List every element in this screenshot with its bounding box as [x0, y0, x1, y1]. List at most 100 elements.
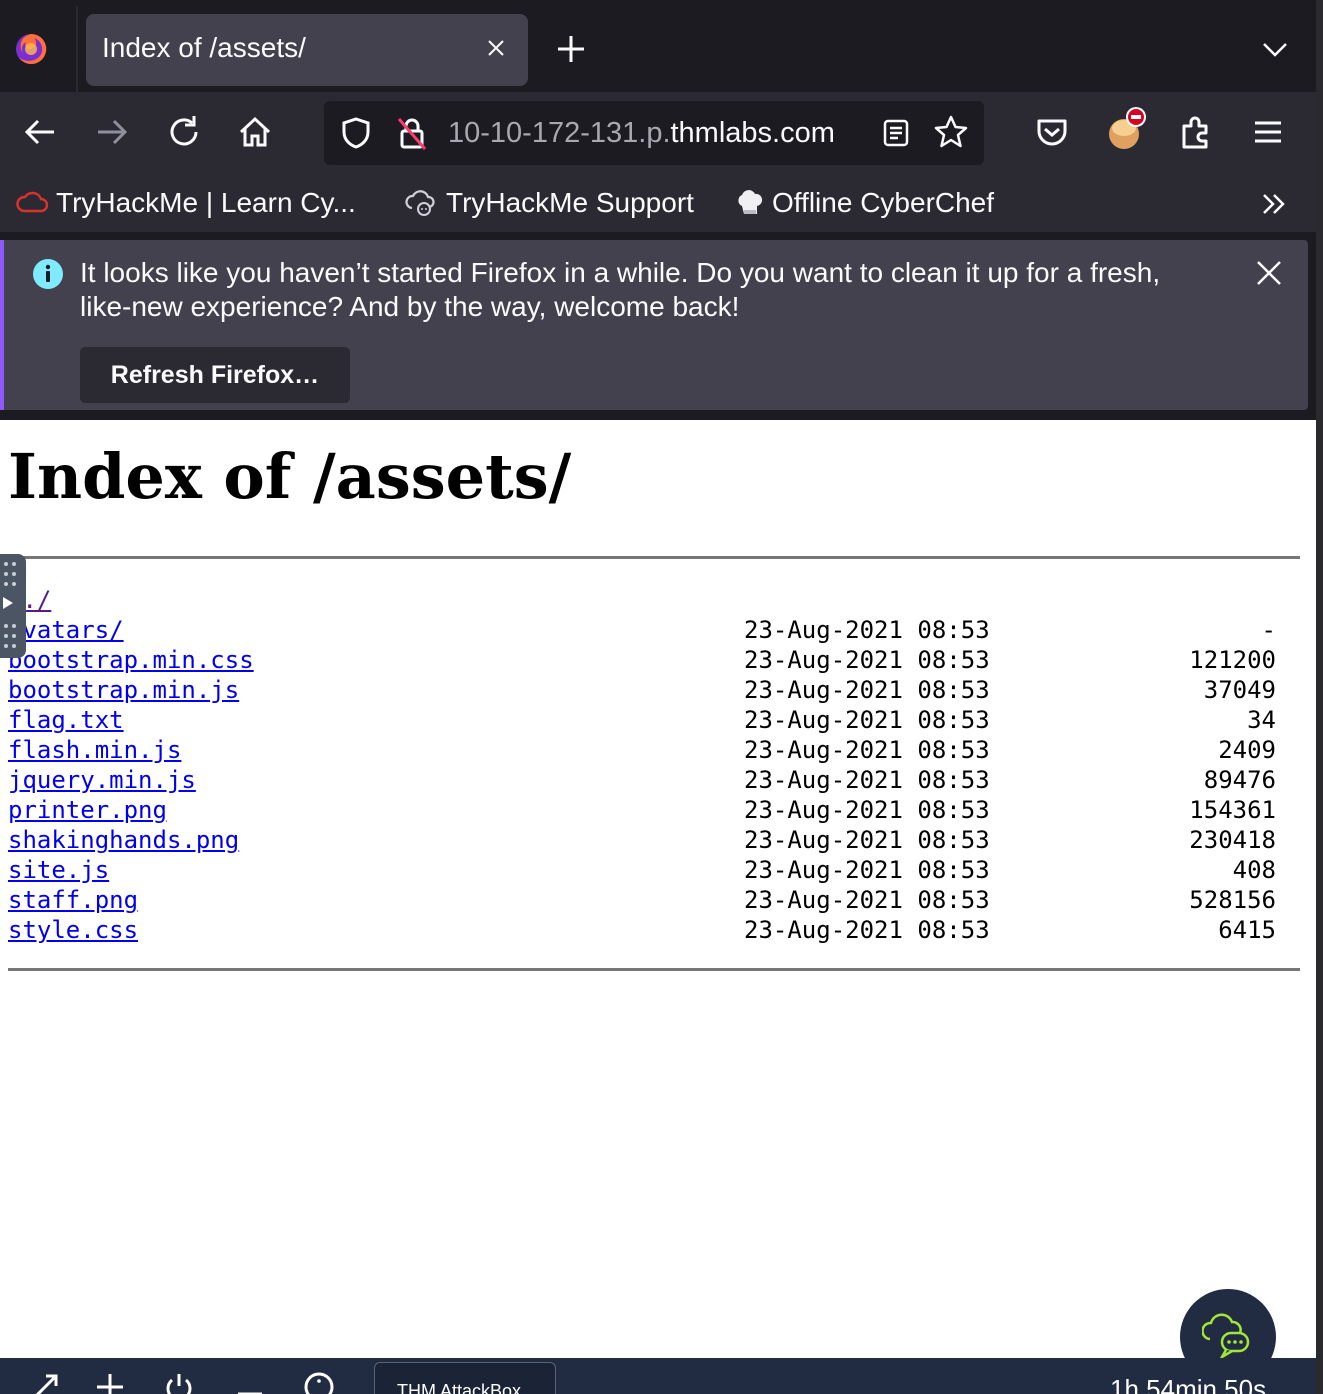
file-link[interactable]: bootstrap.min.css [8, 646, 254, 674]
bookmark-star-icon[interactable] [932, 113, 970, 151]
chevrons-right-icon[interactable] [1258, 188, 1290, 220]
file-date: 23-Aug-2021 08:53 [744, 886, 990, 914]
list-item: shakinghands.png 23-Aug-2021 08:53 23041… [8, 826, 1298, 856]
url-bar[interactable]: 10-10-172-131.p.thmlabs.com [324, 101, 984, 165]
file-date: 23-Aug-2021 08:53 [744, 766, 990, 794]
chevron-down-icon[interactable] [1260, 34, 1290, 64]
file-date: 23-Aug-2021 08:53 [744, 706, 990, 734]
file-date: 23-Aug-2021 08:53 [744, 916, 990, 944]
reader-view-icon[interactable] [880, 117, 912, 149]
file-size: 528156 [1189, 886, 1276, 914]
file-date: 23-Aug-2021 08:53 [744, 736, 990, 764]
file-size: 37049 [1203, 676, 1276, 704]
page-content: Index of /assets/ ../ avatars/ 23-Aug-20… [0, 420, 1316, 1358]
navigation-toolbar: 10-10-172-131.p.thmlabs.com [0, 92, 1316, 174]
list-item: flag.txt 23-Aug-2021 08:53 34 [8, 706, 1298, 736]
chef-hat-icon [738, 190, 763, 214]
insecure-lock-icon[interactable] [394, 115, 430, 151]
notification-bar: It looks like you haven’t started Firefo… [0, 240, 1308, 410]
power-icon[interactable] [164, 1372, 194, 1394]
file-link[interactable]: style.css [8, 916, 138, 944]
file-size: 230418 [1189, 826, 1276, 854]
bookmark-offline-cyberchef[interactable]: Offline CyberChef [734, 184, 994, 222]
list-item: printer.png 23-Aug-2021 08:53 154361 [8, 796, 1298, 826]
tab-separator [76, 6, 78, 92]
list-item: bootstrap.min.css 23-Aug-2021 08:53 1212… [8, 646, 1298, 676]
file-date: 23-Aug-2021 08:53 [744, 856, 990, 884]
tab-active[interactable]: Index of /assets/ [86, 14, 528, 86]
support-cloud-icon [405, 190, 435, 216]
tryhackme-cloud-icon [16, 191, 48, 213]
attackbox-tab[interactable]: THM AttackBox [374, 1362, 556, 1394]
bookmark-label: TryHackMe Support [446, 187, 694, 218]
forward-arrow-icon[interactable] [92, 112, 132, 152]
attackbox-taskbar: THM AttackBox 1h 54min 50s [0, 1358, 1316, 1394]
page-title: Index of /assets/ [8, 440, 572, 513]
file-link[interactable]: shakinghands.png [8, 826, 239, 854]
url-text[interactable]: 10-10-172-131.p.thmlabs.com [448, 117, 860, 150]
plus-icon[interactable] [95, 1372, 125, 1394]
reload-icon[interactable] [164, 112, 204, 152]
pocket-icon[interactable] [1032, 112, 1072, 152]
list-item: ../ [8, 586, 1298, 616]
file-link[interactable]: flag.txt [8, 706, 124, 734]
extensions-puzzle-icon[interactable] [1176, 112, 1216, 152]
file-listing: ../ avatars/ 23-Aug-2021 08:53 - bootstr… [8, 586, 1298, 946]
refresh-firefox-button[interactable]: Refresh Firefox… [80, 347, 350, 403]
new-tab-icon[interactable] [552, 30, 590, 68]
file-link[interactable]: bootstrap.min.js [8, 676, 239, 704]
file-size: 6415 [1218, 916, 1276, 944]
file-size: 408 [1232, 856, 1276, 884]
chat-bubble-icon [1202, 1313, 1250, 1359]
tab-strip: Index of /assets/ [0, 6, 1316, 92]
bookmark-tryhackme[interactable]: TryHackMe | Learn Cy... [16, 184, 356, 222]
file-date: 23-Aug-2021 08:53 [744, 676, 990, 704]
window-edge [1316, 0, 1323, 1394]
tracking-shield-icon[interactable] [338, 115, 374, 151]
url-domain: thmlabs.com [670, 117, 835, 149]
list-item: avatars/ 23-Aug-2021 08:53 - [8, 616, 1298, 646]
file-size: 34 [1247, 706, 1276, 734]
file-size: 154361 [1189, 796, 1276, 824]
url-subdomain: 10-10-172-131.p. [448, 117, 671, 149]
hamburger-menu-icon[interactable] [1248, 112, 1288, 152]
expand-arrows-icon[interactable] [30, 1372, 60, 1394]
tab-title: Index of /assets/ [102, 32, 306, 63]
file-date: 23-Aug-2021 08:53 [744, 616, 990, 644]
list-item: bootstrap.min.js 23-Aug-2021 08:53 37049 [8, 676, 1298, 706]
session-timer: 1h 54min 50s [1110, 1374, 1267, 1394]
file-link[interactable]: staff.png [8, 886, 138, 914]
file-date: 23-Aug-2021 08:53 [744, 826, 990, 854]
bookmark-label: Offline CyberChef [772, 187, 995, 218]
firefox-logo-icon[interactable] [14, 32, 48, 66]
bookmark-tryhackme-support[interactable]: TryHackMe Support [404, 184, 694, 222]
file-link[interactable]: flash.min.js [8, 736, 181, 764]
file-link[interactable]: jquery.min.js [8, 766, 196, 794]
minimize-icon[interactable] [235, 1372, 265, 1394]
info-circle-icon[interactable] [304, 1372, 334, 1394]
list-item: staff.png 23-Aug-2021 08:53 528156 [8, 886, 1298, 916]
info-icon [33, 259, 63, 289]
bookmark-label: TryHackMe | Learn Cy... [56, 187, 356, 218]
file-size: 121200 [1189, 646, 1276, 674]
list-item: flash.min.js 23-Aug-2021 08:53 2409 [8, 736, 1298, 766]
close-tab-icon[interactable] [484, 36, 508, 60]
file-link[interactable]: printer.png [8, 796, 167, 824]
file-date: 23-Aug-2021 08:53 [744, 646, 990, 674]
browser-chrome: Index of /assets/ 10-10-172-131.p.thmlab… [0, 0, 1316, 420]
top-divider [8, 556, 1300, 559]
side-panel-handle[interactable] [0, 554, 26, 658]
notification-message: It looks like you haven’t started Firefo… [80, 257, 1161, 322]
bookmarks-toolbar: TryHackMe | Learn Cy... TryHackMe Suppor… [0, 174, 1316, 232]
file-size: - [1261, 616, 1276, 644]
file-link[interactable]: site.js [8, 856, 109, 884]
bottom-divider [8, 968, 1300, 971]
attackbox-tab-label: THM AttackBox [397, 1381, 522, 1394]
home-icon[interactable] [235, 112, 275, 152]
file-size: 89476 [1203, 766, 1276, 794]
file-date: 23-Aug-2021 08:53 [744, 796, 990, 824]
back-arrow-icon[interactable] [20, 112, 60, 152]
close-notification-icon[interactable] [1254, 258, 1284, 288]
list-item: style.css 23-Aug-2021 08:53 6415 [8, 916, 1298, 946]
extension-blocked-icon[interactable] [1104, 104, 1152, 154]
